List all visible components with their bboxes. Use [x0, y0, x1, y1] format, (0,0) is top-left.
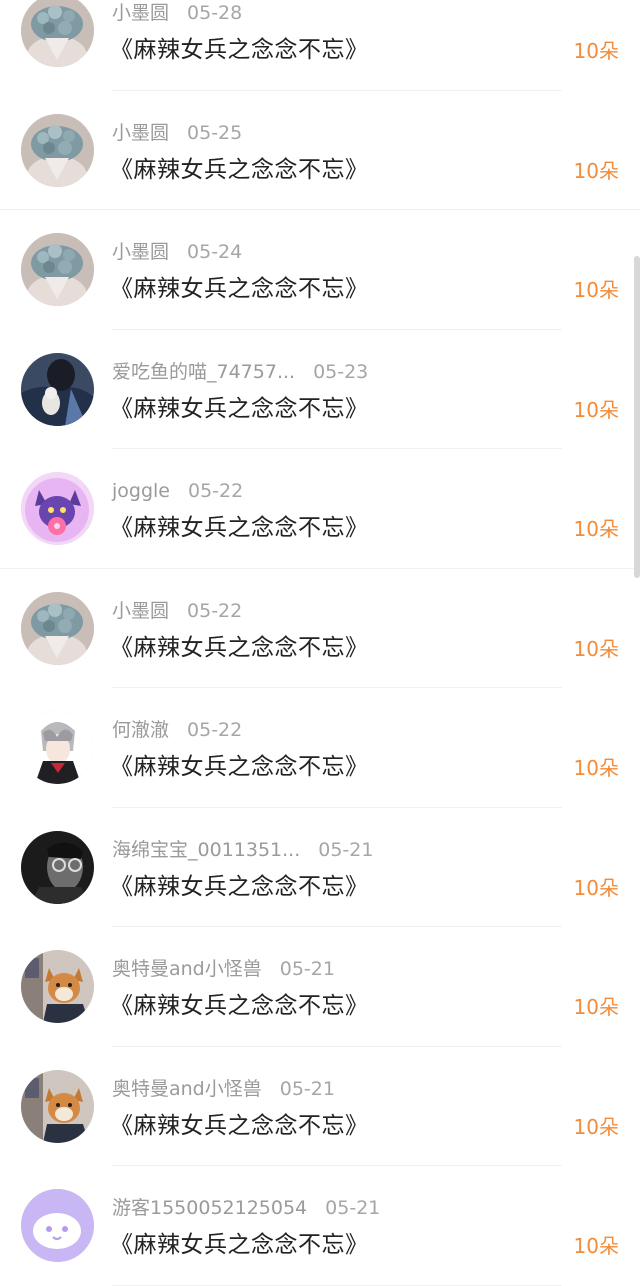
list-item[interactable]: 小墨圆 05-24 《麻辣女兵之念念不忘》 10朵: [0, 210, 640, 330]
list-item[interactable]: 小墨圆 05-25 《麻辣女兵之念念不忘》 10朵: [0, 91, 640, 210]
item-meta: joggle 05-22: [112, 479, 243, 503]
flower-amount: 10朵: [573, 1234, 619, 1258]
date-label: 05-23: [313, 360, 369, 383]
user-name[interactable]: 小墨圆: [112, 240, 169, 264]
user-name[interactable]: joggle: [112, 479, 170, 503]
book-title[interactable]: 《麻辣女兵之念念不忘》: [110, 155, 369, 185]
date-label: 05-21: [279, 958, 335, 980]
list-item[interactable]: 何澈澈 05-22 《麻辣女兵之念念不忘》 10朵: [0, 688, 640, 808]
item-meta: 奥特曼and小怪兽 05-21: [112, 957, 335, 981]
book-title[interactable]: 《麻辣女兵之念念不忘》: [110, 274, 369, 304]
date-label: 05-21: [279, 1077, 335, 1100]
book-title[interactable]: 《麻辣女兵之念念不忘》: [110, 991, 369, 1021]
user-name[interactable]: 游客1550052125054: [112, 1196, 307, 1220]
item-meta: 小墨圆 05-24: [112, 240, 242, 264]
user-name[interactable]: 奥特曼and小怪兽: [112, 957, 262, 981]
book-title[interactable]: 《麻辣女兵之念念不忘》: [110, 513, 369, 543]
user-name[interactable]: 小墨圆: [112, 1, 169, 25]
book-title[interactable]: 《麻辣女兵之念念不忘》: [110, 35, 369, 65]
divider: [112, 1284, 562, 1286]
flowers-avatar-icon[interactable]: [21, 0, 94, 67]
gift-record-list: 小墨圆 05-28 《麻辣女兵之念念不忘》 10朵 小墨圆 05-25 《麻辣女兵之念念不…: [0, 0, 640, 1286]
list-item[interactable]: 海绵宝宝_0011351... 05-21 《麻辣女兵之念念不忘》 10朵: [0, 808, 640, 927]
glasses-avatar-icon[interactable]: [21, 830, 94, 904]
flower-amount: 10朵: [573, 517, 619, 541]
date-label: 05-28: [187, 2, 243, 24]
flower-amount: 10朵: [573, 756, 619, 780]
scrollbar[interactable]: [634, 256, 640, 578]
date-label: 05-22: [187, 599, 243, 622]
item-meta: 奥特曼and小怪兽 05-21: [112, 1077, 335, 1101]
item-meta: 小墨圆 05-28: [112, 1, 242, 25]
flowers-avatar-icon[interactable]: [21, 591, 94, 665]
book-title[interactable]: 《麻辣女兵之念念不忘》: [110, 1111, 369, 1141]
date-label: 05-22: [188, 480, 244, 502]
default-avatar-icon[interactable]: [21, 1189, 94, 1262]
flower-amount: 10朵: [573, 278, 619, 302]
item-meta: 海绵宝宝_0011351... 05-21: [112, 838, 373, 862]
list-item[interactable]: joggle 05-22 《麻辣女兵之念念不忘》 10朵: [0, 449, 640, 569]
date-label: 05-21: [325, 1197, 381, 1219]
list-item[interactable]: 奥特曼and小怪兽 05-21 《麻辣女兵之念念不忘》 10朵: [0, 927, 640, 1047]
book-title[interactable]: 《麻辣女兵之念念不忘》: [110, 394, 369, 424]
list-item[interactable]: 游客1550052125054 05-21 《麻辣女兵之念念不忘》 10朵: [0, 1166, 640, 1286]
flowers-avatar-icon[interactable]: [21, 113, 94, 187]
date-label: 05-25: [187, 121, 243, 144]
item-meta: 游客1550052125054 05-21: [112, 1196, 380, 1220]
list-item[interactable]: 奥特曼and小怪兽 05-21 《麻辣女兵之念念不忘》 10朵: [0, 1047, 640, 1166]
book-title[interactable]: 《麻辣女兵之念念不忘》: [110, 752, 369, 782]
user-name[interactable]: 爱吃鱼的喵_74757...: [112, 360, 295, 384]
flower-amount: 10朵: [573, 158, 619, 183]
user-name[interactable]: 海绵宝宝_0011351...: [112, 838, 300, 862]
flower-amount: 10朵: [573, 39, 619, 63]
item-meta: 爱吃鱼的喵_74757... 05-23: [112, 360, 368, 384]
item-meta: 小墨圆 05-25: [112, 121, 242, 145]
date-label: 05-24: [187, 241, 243, 263]
dog-avatar-icon[interactable]: [21, 950, 94, 1023]
flower-amount: 10朵: [573, 995, 619, 1019]
user-name[interactable]: 奥特曼and小怪兽: [112, 1077, 262, 1101]
item-meta: 何澈澈 05-22: [112, 718, 242, 742]
date-label: 05-21: [318, 838, 374, 861]
item-meta: 小墨圆 05-22: [112, 599, 242, 623]
flower-amount: 10朵: [573, 1114, 619, 1139]
list-item[interactable]: 爱吃鱼的喵_74757... 05-23 《麻辣女兵之念念不忘》 10朵: [0, 330, 640, 449]
flower-amount: 10朵: [573, 636, 619, 661]
flower-amount: 10朵: [573, 875, 619, 900]
cat-avatar-icon[interactable]: [21, 472, 94, 545]
person-avatar-icon[interactable]: [21, 352, 94, 426]
flower-amount: 10朵: [573, 397, 619, 422]
dog-avatar-icon[interactable]: [21, 1069, 94, 1143]
list-item[interactable]: 小墨圆 05-28 《麻辣女兵之念念不忘》 10朵: [0, 0, 640, 91]
book-title[interactable]: 《麻辣女兵之念念不忘》: [110, 872, 369, 902]
book-title[interactable]: 《麻辣女兵之念念不忘》: [110, 1230, 369, 1260]
flowers-avatar-icon[interactable]: [21, 233, 94, 306]
date-label: 05-22: [187, 719, 243, 741]
list-item[interactable]: 小墨圆 05-22 《麻辣女兵之念念不忘》 10朵: [0, 569, 640, 688]
user-name[interactable]: 小墨圆: [112, 599, 169, 623]
anime-avatar-icon[interactable]: [21, 711, 94, 784]
book-title[interactable]: 《麻辣女兵之念念不忘》: [110, 633, 369, 663]
user-name[interactable]: 何澈澈: [112, 718, 169, 742]
user-name[interactable]: 小墨圆: [112, 121, 169, 145]
